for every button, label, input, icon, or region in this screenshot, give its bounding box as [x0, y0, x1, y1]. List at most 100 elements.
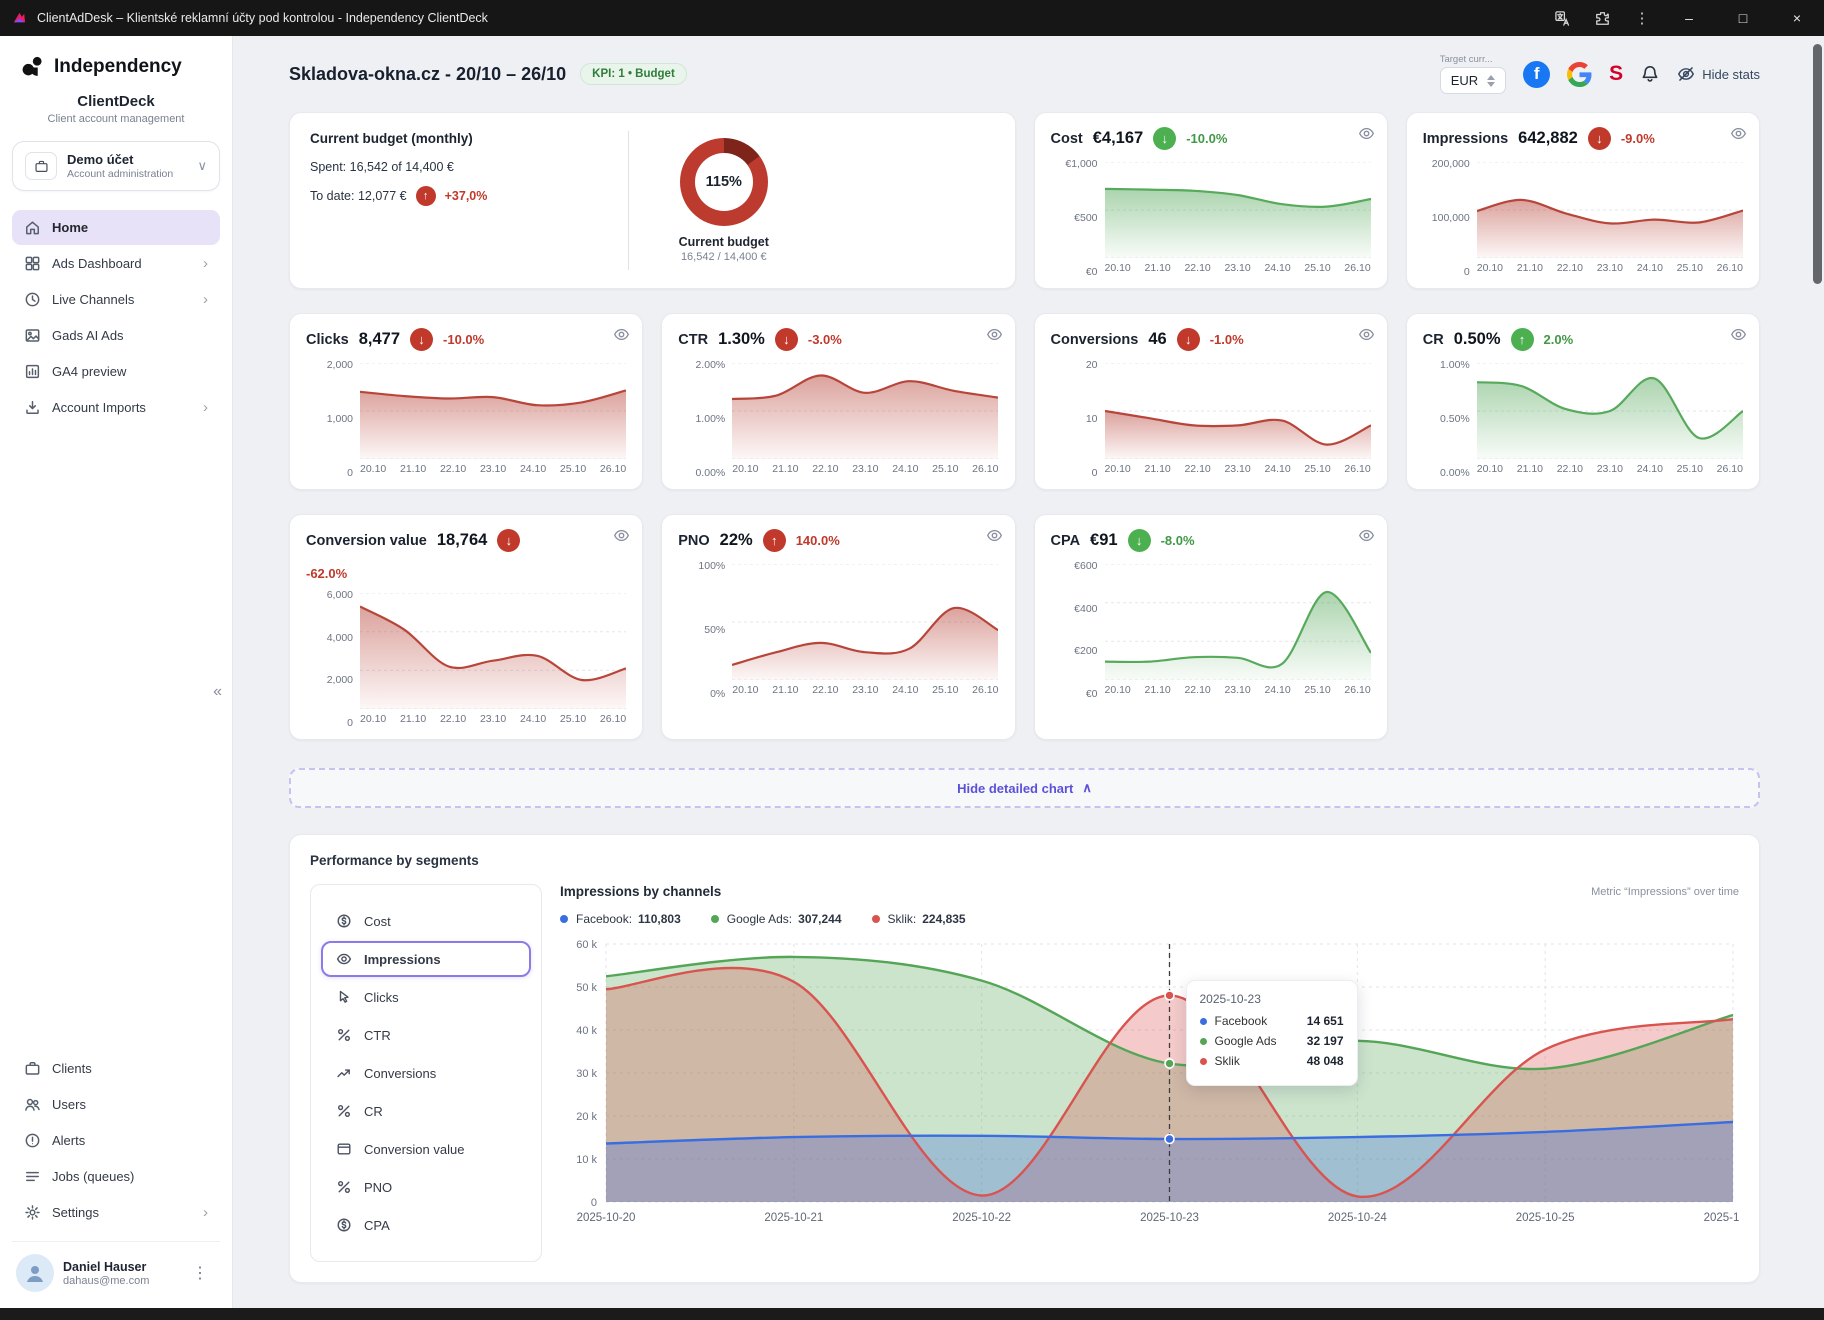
kpi-value: 642,882 [1518, 129, 1578, 148]
sidebar-item-ads-dashboard[interactable]: Ads Dashboard› [12, 246, 220, 281]
notifications-bell-icon[interactable] [1640, 64, 1660, 84]
legend-label: Google Ads: [727, 912, 792, 926]
sidebar-item-label: Home [52, 220, 88, 235]
budget-donut-label: 115% [695, 153, 753, 211]
kpi-value: 18,764 [437, 531, 487, 550]
x-axis-labels: 20.1021.1022.1023.1024.1025.1026.10 [732, 684, 998, 696]
trend-down-icon: ↓ [497, 529, 520, 552]
hide-stats-label: Hide stats [1702, 67, 1760, 82]
kpi-card-conversions: Conversions46↓-1.0%20100 20.1021.1022.10… [1034, 313, 1388, 490]
kpi-change: -1.0% [1210, 332, 1244, 347]
kpi-cards-grid: Current budget (monthly) Spent: 16,542 o… [289, 112, 1760, 740]
sidebar-item-jobs-queues[interactable]: Jobs (queues) [12, 1159, 220, 1194]
divider [628, 131, 629, 270]
legend-item-google-ads[interactable]: Google Ads:307,244 [711, 912, 842, 926]
legend-label: Facebook: [576, 912, 632, 926]
google-icon[interactable] [1567, 62, 1592, 87]
page-header: Skladova-okna.cz - 20/10 – 26/10 KPI: 1 … [289, 54, 1760, 94]
sidebar-spacer [12, 426, 220, 1050]
kpi-change: -62.0% [306, 566, 600, 581]
svg-text:20 k: 20 k [576, 1111, 597, 1123]
chevron-up-icon: ∧ [1082, 780, 1092, 796]
toggle-metric-visibility-icon[interactable] [986, 326, 1003, 346]
sidebar-item-gads-ai-ads[interactable]: Gads AI Ads [12, 318, 220, 353]
extensions-icon[interactable] [1582, 0, 1622, 36]
segment-metric-label: CTR [364, 1028, 391, 1043]
tooltip-series-name: Sklik [1215, 1054, 1240, 1068]
trend-up-icon: ↑ [416, 186, 436, 206]
segment-metric-conversion-value[interactable]: Conversion value [321, 1131, 531, 1167]
brand-name: Independency [54, 56, 182, 78]
segment-metric-cost[interactable]: Cost [321, 903, 531, 939]
toggle-metric-visibility-icon[interactable] [986, 527, 1003, 547]
sidebar-item-label: GA4 preview [52, 364, 126, 379]
sidebar-item-settings[interactable]: Settings› [12, 1195, 220, 1230]
kpi-value: 8,477 [359, 330, 400, 349]
kpi-budget-badge: KPI: 1 • Budget [580, 63, 687, 85]
kpi-change: 140.0% [796, 533, 840, 548]
x-axis-labels: 20.1021.1022.1023.1024.1025.1026.10 [732, 463, 998, 475]
sidebar-item-alerts[interactable]: Alerts [12, 1123, 220, 1158]
svg-text:30 k: 30 k [576, 1068, 597, 1080]
segment-metric-clicks[interactable]: Clicks [321, 979, 531, 1015]
segment-metric-pno[interactable]: PNO [321, 1169, 531, 1205]
segment-metric-ctr[interactable]: CTR [321, 1017, 531, 1053]
sidebar-item-label: Settings [52, 1205, 99, 1220]
toggle-metric-visibility-icon[interactable] [1730, 125, 1747, 145]
sidebar-item-ga4-preview[interactable]: GA4 preview [12, 354, 220, 389]
tooltip-series-name: Facebook [1215, 1014, 1268, 1028]
user-menu-kebab-icon[interactable]: ⋮ [184, 1259, 216, 1287]
sparkline-chart [360, 593, 626, 709]
sidebar-item-clients[interactable]: Clients [12, 1051, 220, 1086]
tooltip-date: 2025-10-23 [1200, 992, 1344, 1006]
toggle-metric-visibility-icon[interactable] [1358, 125, 1375, 145]
eye-off-icon [1677, 65, 1695, 83]
kpi-card-pno: PNO22%↑140.0%100%50%0% 20.1021.1022.1023… [661, 514, 1015, 740]
sklik-icon[interactable]: S [1609, 62, 1623, 86]
account-name: Demo účet [67, 152, 173, 167]
sidebar-item-users[interactable]: Users [12, 1087, 220, 1122]
minimize-button[interactable]: – [1662, 0, 1716, 36]
legend-item-facebook[interactable]: Facebook:110,803 [560, 912, 681, 926]
hide-stats-toggle[interactable]: Hide stats [1677, 65, 1760, 83]
collapse-sidebar-button[interactable]: « [208, 681, 227, 703]
segment-metric-cpa[interactable]: CPA [321, 1207, 531, 1243]
currency-value: EUR [1451, 73, 1478, 88]
currency-select[interactable]: EUR [1440, 67, 1506, 94]
currency-label: Target curr... [1440, 54, 1506, 65]
y-axis-labels: 20100 [1051, 359, 1105, 479]
tooltip-dot-icon [1200, 1038, 1207, 1045]
translate-icon[interactable] [1542, 0, 1582, 36]
sidebar-item-label: Alerts [52, 1133, 85, 1148]
maximize-button[interactable]: □ [1716, 0, 1770, 36]
toggle-metric-visibility-icon[interactable] [613, 527, 630, 547]
user-profile[interactable]: Daniel Hauser dahaus@me.com ⋮ [12, 1241, 220, 1298]
sparkline-chart [1105, 162, 1371, 258]
hide-detailed-chart-button[interactable]: Hide detailed chart ∧ [289, 768, 1760, 808]
legend-item-sklik[interactable]: Sklik:224,835 [872, 912, 966, 926]
kpi-change: -9.0% [1621, 131, 1655, 146]
segment-metric-conversions[interactable]: Conversions [321, 1055, 531, 1091]
performance-section: Performance by segments CostImpressionsC… [289, 834, 1760, 1283]
segment-metric-cr[interactable]: CR [321, 1093, 531, 1129]
sidebar-item-home[interactable]: Home [12, 210, 220, 245]
sidebar-item-account-imports[interactable]: Account Imports› [12, 390, 220, 425]
vertical-scrollbar[interactable] [1813, 44, 1822, 284]
facebook-icon[interactable]: f [1523, 61, 1550, 88]
window-bottom-edge [0, 1308, 1824, 1320]
sidebar-item-label: Gads AI Ads [52, 328, 124, 343]
browser-menu-icon[interactable]: ⋮ [1622, 0, 1662, 36]
toggle-metric-visibility-icon[interactable] [1358, 326, 1375, 346]
kpi-value: 1.30% [718, 330, 765, 349]
kpi-value: 46 [1148, 330, 1166, 349]
toggle-metric-visibility-icon[interactable] [1358, 527, 1375, 547]
impressions-by-channels-chart[interactable]: 010 k20 k30 k40 k50 k60 k2025-10-202025-… [560, 936, 1739, 1228]
budget-donut-chart: 115% [680, 138, 768, 226]
toggle-metric-visibility-icon[interactable] [613, 326, 630, 346]
sidebar-item-live-channels[interactable]: Live Channels› [12, 282, 220, 317]
segment-metric-impressions[interactable]: Impressions [321, 941, 531, 977]
toggle-metric-visibility-icon[interactable] [1730, 326, 1747, 346]
close-button[interactable]: × [1770, 0, 1824, 36]
sidebar-item-label: Clients [52, 1061, 92, 1076]
account-selector[interactable]: Demo účet Account administration ∨ [12, 141, 220, 191]
